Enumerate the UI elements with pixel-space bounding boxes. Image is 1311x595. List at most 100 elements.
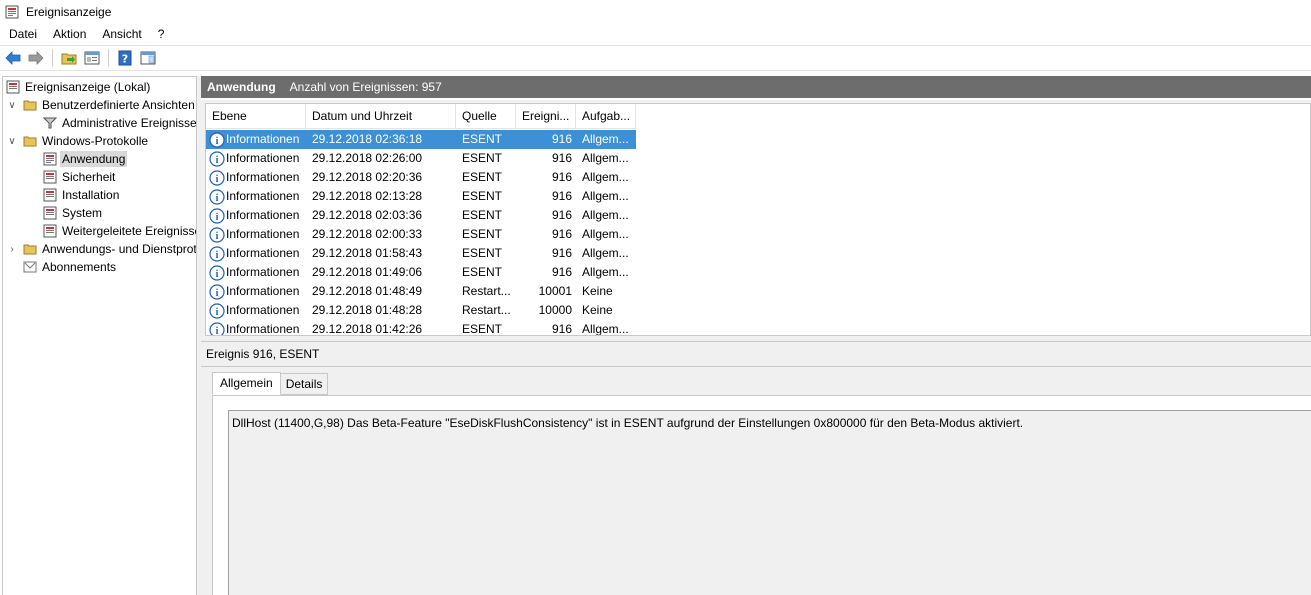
cell-date: 29.12.2018 02:13:28 xyxy=(312,189,423,203)
tab-general[interactable]: Allgemein xyxy=(212,372,281,395)
tree-item-forwarded[interactable]: Weitergeleitete Ereignisse xyxy=(43,222,197,240)
log-icon xyxy=(43,206,57,220)
table-row[interactable]: i Informationen 29.12.2018 02:13:28 ESENT 91… xyxy=(206,187,636,206)
properties-icon xyxy=(84,51,100,65)
menu-aktion[interactable]: Aktion xyxy=(44,24,93,44)
tree-label-application: Anwendung xyxy=(60,151,128,167)
level-text: Informationen xyxy=(226,265,300,279)
chevron-down-icon[interactable]: ∨ xyxy=(7,136,17,147)
tab-details[interactable]: Details xyxy=(279,373,329,395)
tree-label-root: Ereignisanzeige (Lokal) xyxy=(25,80,151,94)
table-row[interactable]: i Informationen 29.12.2018 02:00:33 ESENT 91… xyxy=(206,225,636,244)
show-panel-button[interactable] xyxy=(138,48,158,68)
tree-item-security[interactable]: Sicherheit xyxy=(43,168,115,186)
event-viewer-icon xyxy=(5,5,19,19)
info-icon: i xyxy=(209,169,225,186)
tree-label-subscriptions: Abonnements xyxy=(42,260,117,274)
cell-source: Restart... xyxy=(462,284,511,298)
cell-level: i Informationen xyxy=(206,168,306,187)
filter-icon xyxy=(43,117,57,129)
tree-item-windows-logs[interactable]: ∨ Windows-Protokolle xyxy=(7,132,148,150)
tree-item-custom-views[interactable]: ∨ Benutzerdefinierte Ansichten xyxy=(7,96,194,114)
cell-level: i Informationen xyxy=(206,263,306,282)
tree-item-root[interactable]: Ereignisanzeige (Lokal) xyxy=(6,78,150,96)
open-folder-icon xyxy=(61,53,77,65)
table-row[interactable]: i Informationen 29.12.2018 01:48:28 Restart… xyxy=(206,301,636,320)
table-row[interactable]: i Informationen 29.12.2018 02:03:36 ESENT 91… xyxy=(206,206,636,225)
table-row[interactable]: i Informationen 29.12.2018 02:20:36 ESENT 91… xyxy=(206,168,636,187)
cell-level: i Informationen xyxy=(206,282,306,301)
cell-level: i Informationen xyxy=(206,320,306,337)
event-description-box[interactable]: DllHost (11400,G,98) Das Beta-Feature "E… xyxy=(228,410,1311,595)
cell-event-id: 916 xyxy=(551,208,572,222)
svg-text:i: i xyxy=(216,212,219,223)
divider xyxy=(201,366,1311,367)
cell-level: i Informationen xyxy=(206,149,306,168)
log-icon xyxy=(43,224,57,238)
tree-item-system[interactable]: System xyxy=(43,204,102,222)
grid-header: Ebene Datum und Uhrzeit Quelle Ereigni..… xyxy=(206,104,636,129)
forward-button[interactable] xyxy=(26,48,46,68)
folder-icon xyxy=(23,244,37,255)
tree-item-application[interactable]: Anwendung xyxy=(43,150,128,168)
chevron-right-icon[interactable]: › xyxy=(7,244,17,255)
cell-task: Allgem... xyxy=(582,265,629,279)
tree-item-app-service-logs[interactable]: › Anwendungs- und Dienstprotokolle xyxy=(7,240,196,258)
chevron-down-icon[interactable]: ∨ xyxy=(7,100,17,111)
toolbar-separator xyxy=(108,49,109,67)
menu-ansicht[interactable]: Ansicht xyxy=(93,24,148,44)
tree-label-forwarded: Weitergeleitete Ereignisse xyxy=(62,224,197,238)
detail-tabs: Allgemein Details xyxy=(212,372,329,395)
info-icon: i xyxy=(209,207,225,224)
level-text: Informationen xyxy=(226,189,300,203)
menu-datei[interactable]: Datei xyxy=(0,24,44,44)
open-button[interactable] xyxy=(59,48,79,68)
level-text: Informationen xyxy=(226,227,300,241)
menu-bar: Datei Aktion Ansicht ? xyxy=(0,24,1311,44)
column-header-level[interactable]: Ebene xyxy=(206,104,306,129)
cell-date: 29.12.2018 01:48:49 xyxy=(312,284,423,298)
event-viewer-window: Ereignisanzeige Datei Aktion Ansicht ? ?… xyxy=(0,0,1311,595)
column-header-task[interactable]: Aufgab... xyxy=(576,104,636,129)
table-row[interactable]: i Informationen 29.12.2018 01:58:43 ESENT 91… xyxy=(206,244,636,263)
folder-icon xyxy=(23,100,37,111)
cell-event-id: 916 xyxy=(551,132,572,146)
tree-item-setup[interactable]: Installation xyxy=(43,186,119,204)
tree-item-subscriptions[interactable]: Abonnements xyxy=(23,258,116,276)
cell-task: Allgem... xyxy=(582,170,629,184)
cell-date: 29.12.2018 02:00:33 xyxy=(312,227,423,241)
cell-date: 29.12.2018 02:26:00 xyxy=(312,151,423,165)
event-grid: Ebene Datum und Uhrzeit Quelle Ereigni..… xyxy=(205,103,1311,336)
cell-source: ESENT xyxy=(462,132,503,146)
cell-date: 29.12.2018 02:20:36 xyxy=(312,170,423,184)
cell-level: i Informationen xyxy=(206,244,306,263)
cell-level: i Informationen xyxy=(206,130,306,149)
cell-level: i Informationen xyxy=(206,225,306,244)
cell-event-id: 10001 xyxy=(538,284,572,298)
table-row[interactable]: i Informationen 29.12.2018 01:48:49 Restart… xyxy=(206,282,636,301)
table-row[interactable]: i Informationen 29.12.2018 02:26:00 ESENT 91… xyxy=(206,149,636,168)
svg-text:i: i xyxy=(216,174,219,185)
show-panel-icon xyxy=(140,51,156,65)
column-header-event-id[interactable]: Ereigni... xyxy=(516,104,576,129)
tree-item-admin-events[interactable]: Administrative Ereignisse xyxy=(43,114,196,132)
properties-button[interactable] xyxy=(82,48,102,68)
log-icon xyxy=(43,152,57,166)
tab-body: DllHost (11400,G,98) Das Beta-Feature "E… xyxy=(212,395,1311,595)
table-row[interactable]: i Informationen 29.12.2018 01:49:06 ESENT 91… xyxy=(206,263,636,282)
menu-help[interactable]: ? xyxy=(149,24,172,44)
svg-text:i: i xyxy=(216,326,219,337)
column-header-source[interactable]: Quelle xyxy=(456,104,516,129)
svg-text:i: i xyxy=(216,250,219,261)
table-row[interactable]: i Informationen 29.12.2018 02:36:18 ESENT 91… xyxy=(206,130,636,149)
help-button[interactable]: ? xyxy=(115,48,135,68)
info-icon: i xyxy=(209,302,225,319)
log-icon xyxy=(43,188,57,202)
table-row[interactable]: i Informationen 29.12.2018 01:42:26 ESENT 91… xyxy=(206,320,636,337)
column-header-date[interactable]: Datum und Uhrzeit xyxy=(306,104,456,129)
back-button[interactable] xyxy=(3,48,23,68)
cell-source: ESENT xyxy=(462,208,503,222)
cell-date: 29.12.2018 01:48:28 xyxy=(312,303,423,317)
event-grid-area: Ebene Datum und Uhrzeit Quelle Ereigni..… xyxy=(201,100,1311,338)
svg-text:i: i xyxy=(216,231,219,242)
